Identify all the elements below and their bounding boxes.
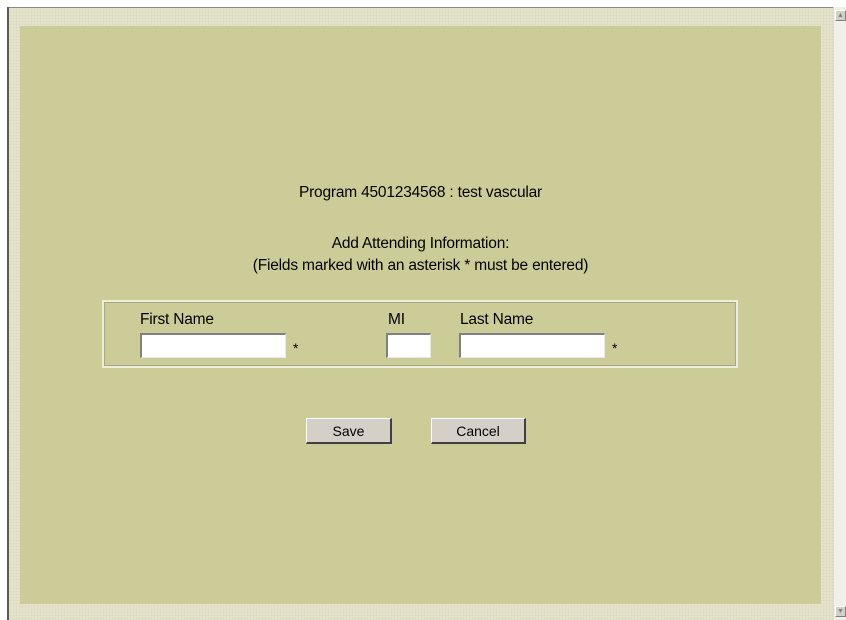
scroll-up-arrow-icon[interactable]: ▲ bbox=[835, 10, 846, 21]
first-name-required-marker: * bbox=[293, 340, 299, 356]
vertical-scrollbar[interactable]: ▲ ▼ bbox=[833, 7, 846, 620]
middle-initial-input[interactable] bbox=[386, 333, 431, 358]
program-title: Program 4501234568 : test vascular bbox=[298, 184, 543, 201]
first-name-label: First Name bbox=[140, 311, 214, 328]
window-frame-left bbox=[7, 7, 9, 620]
last-name-label: Last Name bbox=[460, 311, 534, 328]
required-fields-note: (Fields marked with an asterisk * must b… bbox=[252, 257, 589, 274]
form-heading: Add Attending Information: bbox=[331, 235, 510, 252]
window-frame-top bbox=[7, 7, 833, 8]
cancel-button[interactable]: Cancel bbox=[431, 418, 526, 444]
last-name-input[interactable] bbox=[459, 333, 605, 358]
scroll-down-arrow-icon[interactable]: ▼ bbox=[835, 606, 846, 617]
first-name-input[interactable] bbox=[140, 333, 286, 358]
last-name-required-marker: * bbox=[612, 340, 618, 356]
save-button[interactable]: Save bbox=[306, 418, 392, 444]
middle-initial-label: MI bbox=[388, 311, 405, 328]
browser-window: Program 4501234568 : test vascular Add A… bbox=[0, 0, 846, 620]
